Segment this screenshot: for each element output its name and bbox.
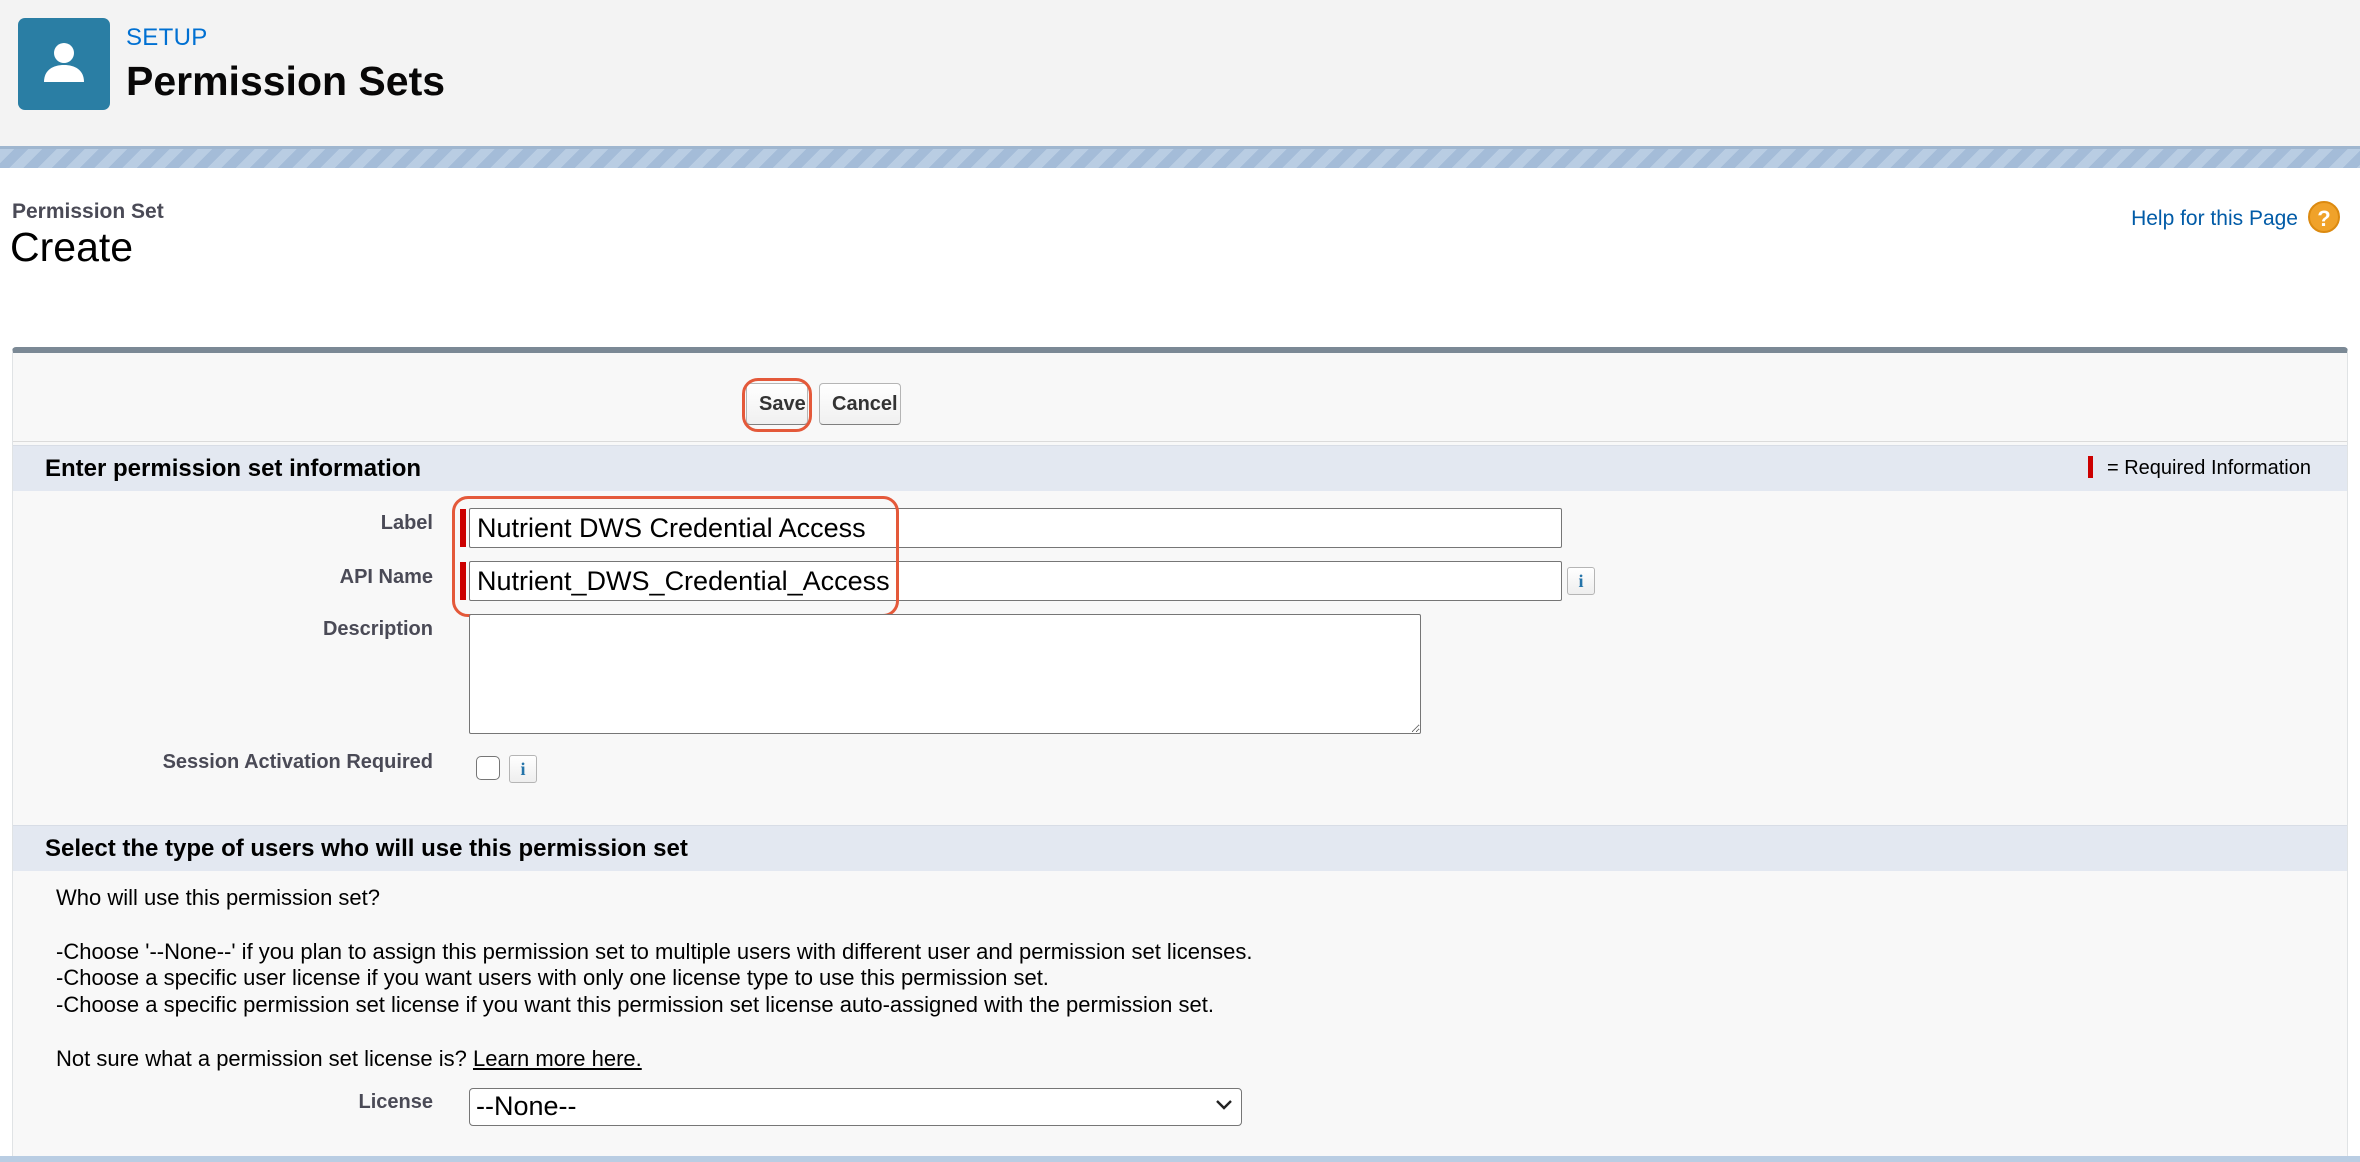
label-field-label: Label: [380, 512, 433, 534]
instruction-line: -Choose a specific user license if you w…: [56, 965, 1049, 990]
session-activation-label: Session Activation Required: [162, 751, 433, 773]
info-icon[interactable]: i: [509, 755, 537, 783]
description-textarea[interactable]: [469, 614, 1421, 734]
setup-kicker: SETUP: [126, 24, 208, 51]
instruction-line: -Choose '--None--' if you plan to assign…: [56, 939, 1253, 964]
section-title: Select the type of users who will use th…: [45, 835, 688, 862]
license-label: License: [358, 1091, 433, 1113]
user-icon: [18, 18, 110, 110]
decorative-band: [0, 146, 2360, 168]
help-icon[interactable]: ?: [2308, 201, 2340, 233]
page-title: Create: [10, 224, 134, 270]
api-name-input[interactable]: [469, 561, 1562, 601]
required-legend-text: = Required Information: [2106, 457, 2311, 479]
section-header-info: Enter permission set information = Requi…: [13, 445, 2347, 491]
divider: [13, 441, 2347, 442]
edit-panel: Save Cancel Enter permission set informa…: [12, 347, 2348, 1162]
section-title: Enter permission set information: [45, 455, 422, 482]
not-sure-question: Not sure what a permission set license i…: [56, 1046, 467, 1071]
setup-title: Permission Sets: [126, 58, 446, 104]
required-marker: [460, 509, 466, 547]
save-button[interactable]: Save: [746, 383, 808, 425]
users-question: Who will use this permission set?: [56, 885, 381, 910]
description-field-label: Description: [322, 618, 433, 640]
api-name-field-label: API Name: [339, 566, 433, 588]
page-kicker: Permission Set: [12, 200, 164, 223]
required-legend: = Required Information: [2087, 456, 2311, 480]
session-activation-checkbox[interactable]: [476, 756, 500, 780]
chevron-down-icon: [1216, 1100, 1232, 1110]
label-input[interactable]: [469, 508, 1562, 548]
decorative-band: [0, 1156, 2360, 1162]
instruction-line: -Choose a specific permission set licens…: [56, 992, 1214, 1017]
not-sure-text: Not sure what a permission set license i…: [56, 1046, 642, 1072]
info-icon[interactable]: i: [1567, 567, 1595, 595]
license-selected-value: --None--: [476, 1091, 577, 1121]
learn-more-link[interactable]: Learn more here.: [473, 1046, 642, 1071]
help-link[interactable]: Help for this Page: [2131, 207, 2298, 231]
license-select[interactable]: --None--: [469, 1088, 1242, 1126]
setup-header: SETUP Permission Sets: [0, 0, 2360, 146]
section-header-users: Select the type of users who will use th…: [13, 825, 2347, 871]
required-marker: [2087, 456, 2093, 478]
required-marker: [460, 562, 466, 600]
cancel-button[interactable]: Cancel: [819, 383, 901, 425]
